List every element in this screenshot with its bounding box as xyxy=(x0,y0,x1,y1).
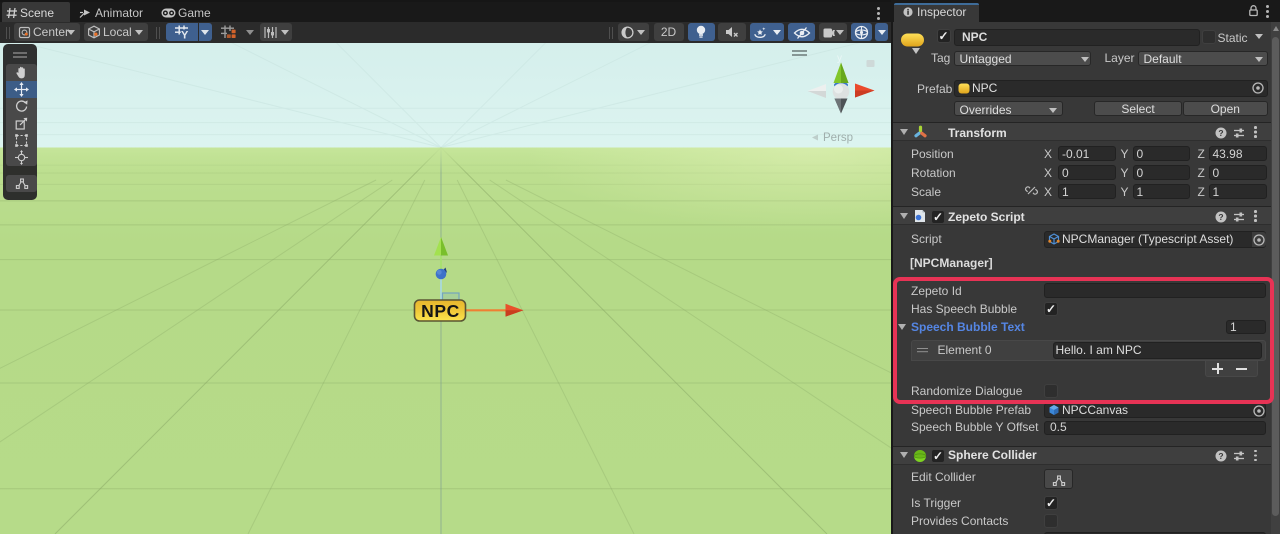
svg-text:Persp: Persp xyxy=(823,132,853,144)
svg-text:y: y xyxy=(837,53,842,64)
svg-text:?: ? xyxy=(1218,128,1223,138)
svg-text:?: ? xyxy=(1218,451,1223,461)
svg-text:?: ? xyxy=(1218,212,1223,222)
svg-text:NPC: NPC xyxy=(421,301,460,321)
svg-text:Y: Y xyxy=(181,30,189,40)
